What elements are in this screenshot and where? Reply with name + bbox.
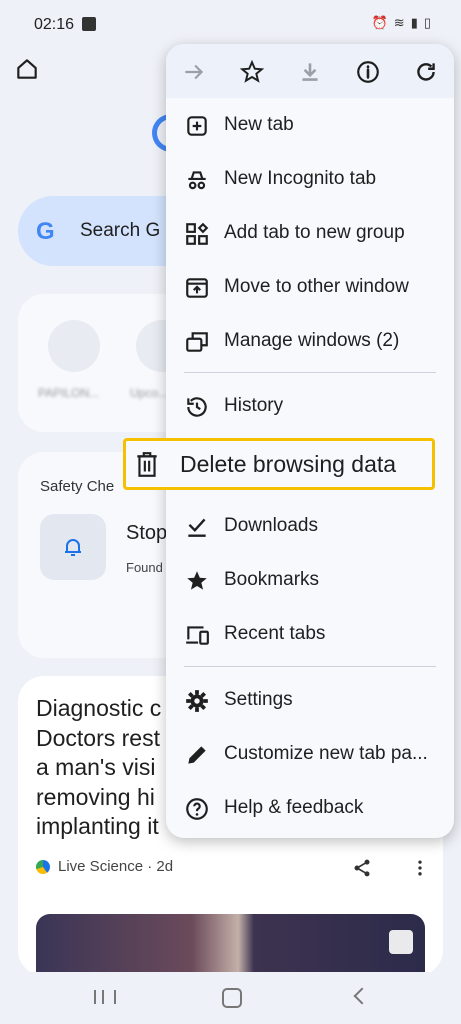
menu-item-label: Add tab to new group (224, 222, 405, 243)
alarm-icon: ⏰ (371, 15, 388, 30)
menu-item-delete-browsing-data[interactable]: Delete browsing data (123, 438, 435, 490)
more-options-icon[interactable] (410, 858, 430, 878)
menu-item-label: Help & feedback (224, 797, 364, 818)
signal-icon: ▮ (410, 15, 418, 30)
menu-item-new-incognito-tab[interactable]: New Incognito tab (166, 152, 454, 206)
menu-item-manage-windows[interactable]: Manage windows (2) (166, 314, 454, 368)
menu-divider (184, 666, 436, 667)
nav-home-icon[interactable] (222, 988, 242, 1008)
menu-item-history[interactable]: History (166, 379, 454, 433)
system-nav-bar (0, 972, 461, 1024)
tile-label: Upco... (130, 386, 169, 400)
news-source: Live Science · 2d (36, 858, 173, 875)
menu-item-label: Recent tabs (224, 623, 326, 644)
menu-item-recent-tabs[interactable]: Recent tabs (166, 607, 454, 661)
video-badge-icon (389, 930, 413, 954)
recent-apps-icon[interactable] (94, 990, 116, 1004)
wifi-icon: ≋ (393, 15, 405, 30)
incognito-icon (188, 171, 206, 190)
menu-item-downloads[interactable]: Downloads (166, 499, 454, 553)
safety-check-title: Safety Che (40, 478, 115, 495)
status-icons: ⏰ ≋ ▮ ▯ (372, 15, 431, 31)
status-time: 02:16 (34, 16, 75, 33)
google-g-icon: G (36, 218, 55, 245)
menu-item-label: History (224, 395, 284, 416)
search-placeholder: Search G (80, 220, 161, 241)
menu-item-label: New tab (224, 114, 294, 135)
menu-item-label: Delete browsing data (180, 451, 397, 477)
menu-item-label: Move to other window (224, 276, 409, 297)
bell-icon (40, 514, 106, 580)
source-logo-icon (36, 859, 50, 874)
bookmark-star-icon (187, 571, 207, 590)
gear-icon (186, 690, 208, 712)
tile-label: PAPILON... (38, 386, 100, 400)
devices-icon (186, 626, 209, 645)
menu-toolbar (166, 44, 454, 98)
menu-item-label: Customize new tab pa... (224, 743, 428, 764)
trash-icon (137, 452, 157, 477)
history-icon (187, 397, 207, 417)
plus-box-icon (187, 116, 207, 136)
refresh-icon[interactable] (413, 59, 439, 85)
menu-item-label: Downloads (224, 515, 318, 536)
menu-item-label: Manage windows (2) (224, 330, 400, 351)
move-window-icon (186, 278, 208, 298)
gallery-notification-icon (82, 17, 96, 31)
safety-stop-text[interactable]: Stop (126, 522, 167, 545)
forward-icon[interactable] (181, 59, 207, 85)
battery-icon: ▯ (423, 15, 431, 30)
star-icon[interactable] (239, 59, 265, 85)
windows-icon (186, 332, 208, 352)
menu-item-label: Bookmarks (224, 569, 320, 590)
back-icon[interactable] (353, 987, 371, 1005)
shortcut-tile[interactable] (48, 320, 100, 372)
menu-item-move-to-other-window[interactable]: Move to other window (166, 260, 454, 314)
menu-item-help-feedback[interactable]: Help & feedback (166, 781, 454, 835)
menu-item-label: Settings (224, 689, 293, 710)
safety-found-text: Found (126, 560, 163, 575)
download-icon[interactable] (297, 59, 323, 85)
menu-item-add-tab-to-group[interactable]: Add tab to new group (166, 206, 454, 260)
downloads-icon (188, 518, 206, 537)
menu-item-settings[interactable]: Settings (166, 673, 454, 727)
share-icon[interactable] (352, 858, 372, 878)
help-icon (186, 798, 208, 820)
menu-item-customize-new-tab-page[interactable]: Customize new tab pa... (166, 727, 454, 781)
menu-item-bookmarks[interactable]: Bookmarks (166, 553, 454, 607)
group-icon (186, 222, 209, 245)
menu-item-new-tab[interactable]: New tab (166, 98, 454, 152)
info-icon[interactable] (355, 59, 381, 85)
menu-item-label: New Incognito tab (224, 168, 377, 189)
status-bar: 02:16 ⏰ ≋ ▮ ▯ (0, 0, 461, 50)
home-icon[interactable] (14, 56, 40, 82)
news-source-text: Live Science · 2d (58, 858, 174, 875)
pencil-icon (188, 746, 206, 764)
menu-divider (184, 372, 436, 373)
